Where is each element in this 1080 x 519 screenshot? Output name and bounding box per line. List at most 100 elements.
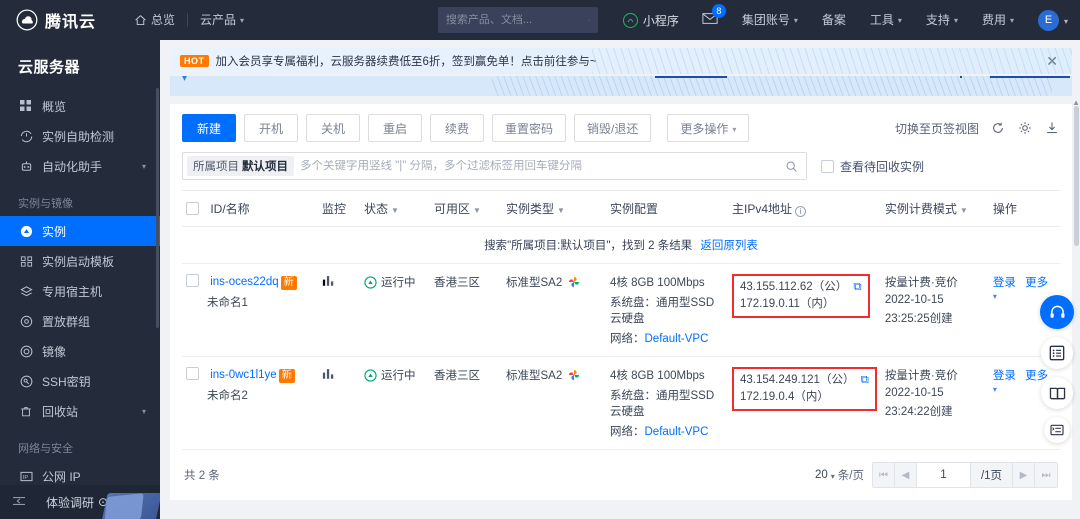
- sort-icon[interactable]: ▼: [473, 206, 481, 215]
- copy-icon[interactable]: ⧉: [853, 281, 861, 293]
- cell-config: 4核 8GB 100Mbps 系统盘：通用型SSD云硬盘 网络：Default-…: [606, 263, 728, 357]
- col-status[interactable]: 状态 ▼: [360, 190, 430, 227]
- nav-tools[interactable]: 工具 ▾: [858, 0, 914, 40]
- user-menu[interactable]: E ▾: [1026, 9, 1068, 31]
- row-select-checkbox[interactable]: [186, 367, 199, 380]
- refresh-icon[interactable]: [990, 120, 1006, 136]
- sidebar-item-recycle-bin[interactable]: 回收站 ▾: [0, 396, 160, 426]
- promo-banner-text[interactable]: 加入会员享专属福利，云服务器续费低至6折，签到赢免单！点击前往参与~: [216, 53, 597, 69]
- login-action-link[interactable]: 登录: [993, 370, 1016, 382]
- sidebar-item-self-detect[interactable]: 实例自助检测: [0, 121, 160, 151]
- sort-icon[interactable]: ▼: [960, 206, 968, 215]
- sidebar-item-images[interactable]: 镜像: [0, 336, 160, 366]
- download-icon[interactable]: [1044, 120, 1060, 136]
- brand-logo[interactable]: 腾讯云: [16, 8, 96, 32]
- sidebar-scrollbar[interactable]: [156, 88, 159, 328]
- destroy-refund-button[interactable]: 销毁/退还: [574, 114, 652, 142]
- collapse-sidebar-icon[interactable]: [12, 495, 26, 510]
- nav-overview[interactable]: 总览: [122, 0, 187, 40]
- menu-list-icon: [1050, 424, 1064, 436]
- table-row[interactable]: ins-oces22dq 新 未命名1 运行中 香港三区 标准型SA2 4核 8…: [182, 263, 1060, 357]
- last-page-button[interactable]: ⏭: [1035, 463, 1057, 487]
- col-billing-mode[interactable]: 实例计费模式 ▼: [880, 190, 989, 227]
- vpc-link[interactable]: Default-VPC: [645, 333, 709, 345]
- sort-icon[interactable]: ▼: [391, 206, 399, 215]
- toolbar-right-group: 切换至页签视图: [895, 120, 1060, 137]
- public-ip-line: 43.155.112.62（公） ⧉: [740, 281, 862, 293]
- sidebar-item-label: 公网 IP: [42, 469, 81, 484]
- private-ip-value: 172.19.0.4（内）: [740, 391, 829, 403]
- sort-icon[interactable]: ▼: [557, 206, 565, 215]
- sidebar-item-automation[interactable]: 自动化助手 ▾: [0, 151, 160, 181]
- back-to-list-link[interactable]: 返回原列表: [700, 240, 758, 252]
- nav-messages[interactable]: 8: [690, 4, 730, 28]
- nav-group-account[interactable]: 集团账号 ▾: [730, 0, 810, 40]
- nav-billing[interactable]: 费用 ▾: [970, 0, 1026, 40]
- instance-id-link[interactable]: ins-oces22dq: [210, 276, 278, 288]
- power-off-button[interactable]: 关机: [306, 114, 360, 142]
- view-recycling-checkbox[interactable]: 查看待回收实例: [821, 158, 924, 175]
- sidebar-item-ssh-key[interactable]: SSH密钥: [0, 366, 160, 396]
- table-header-row: ID/名称 监控 状态 ▼ 可用区 ▼ 实例类型 ▼ 实例配置 主IPv4地址 i 实例…: [182, 190, 1060, 227]
- col-zone[interactable]: 可用区 ▼: [430, 190, 502, 227]
- search-icon[interactable]: [785, 160, 798, 173]
- filter-search-input[interactable]: [300, 160, 785, 172]
- nav-mini-program[interactable]: 小程序: [612, 12, 690, 29]
- main-scrollbar[interactable]: [1074, 106, 1079, 246]
- table-row[interactable]: ins-0wc1l1ye 新 未命名2 运行中 香港三区 标准型SA2 4核 8…: [182, 356, 1060, 450]
- monitor-chart-icon[interactable]: [322, 367, 336, 380]
- strip-underline-2: [960, 76, 962, 78]
- col-config-label: 实例配置: [610, 202, 659, 216]
- chevron-down-icon[interactable]: ▾: [993, 292, 997, 301]
- nav-support[interactable]: 支持 ▾: [914, 0, 970, 40]
- vpc-link[interactable]: Default-VPC: [645, 426, 709, 438]
- chevron-down-icon[interactable]: ▾: [993, 385, 997, 394]
- cell-monitor[interactable]: [318, 356, 360, 450]
- global-search-input[interactable]: [445, 14, 588, 26]
- gear-icon[interactable]: [1017, 120, 1033, 136]
- create-instance-button[interactable]: 新建: [182, 114, 236, 142]
- nav-cloud-products[interactable]: 云产品 ▾: [188, 0, 256, 40]
- more-actions-button[interactable]: 更多操作 ▾: [667, 114, 750, 142]
- monitor-chart-icon[interactable]: [322, 274, 336, 287]
- copy-icon[interactable]: ⧉: [861, 374, 869, 386]
- row-select-checkbox[interactable]: [186, 274, 199, 287]
- current-page-input[interactable]: 1: [917, 463, 971, 487]
- sidebar-item-overview[interactable]: 概览: [0, 91, 160, 121]
- project-filter-chip[interactable]: 所属项目 默认项目: [187, 156, 294, 176]
- documentation-button[interactable]: [1041, 377, 1073, 409]
- restart-button[interactable]: 重启: [368, 114, 422, 142]
- nav-beian[interactable]: 备案: [810, 0, 858, 40]
- sidebar-item-dedicated-host[interactable]: 专用宿主机: [0, 276, 160, 306]
- search-icon[interactable]: [588, 14, 590, 27]
- cell-monitor[interactable]: [318, 263, 360, 357]
- instance-id-link[interactable]: ins-0wc1l1ye: [210, 369, 276, 381]
- renew-button[interactable]: 续费: [430, 114, 484, 142]
- customer-service-button[interactable]: [1040, 295, 1074, 329]
- prev-page-button[interactable]: ◀: [895, 463, 917, 487]
- power-on-button[interactable]: 开机: [244, 114, 298, 142]
- global-search-box[interactable]: [437, 7, 598, 33]
- cloud-logo-icon: [16, 9, 38, 31]
- login-action-link[interactable]: 登录: [993, 277, 1016, 289]
- sidebar-item-instances[interactable]: 实例: [0, 216, 160, 246]
- sidebar-item-placement-group[interactable]: 置放群组: [0, 306, 160, 336]
- sidebar-item-launch-template[interactable]: 实例启动模板: [0, 246, 160, 276]
- more-action-link[interactable]: 更多: [1025, 277, 1048, 289]
- experience-survey-link[interactable]: 体验调研 ⊙: [46, 494, 108, 511]
- page-size-selector[interactable]: 20 ▾ 条/页: [815, 467, 864, 483]
- filter-search-box[interactable]: 所属项目 默认项目: [182, 152, 807, 180]
- pinwheel-icon: [569, 369, 580, 381]
- reset-password-button[interactable]: 重置密码: [492, 114, 567, 142]
- close-icon[interactable]: ✕: [1042, 52, 1062, 70]
- checkbox-box[interactable]: [821, 159, 834, 173]
- first-page-button[interactable]: ⏮: [873, 463, 895, 487]
- switch-to-tab-view-link[interactable]: 切换至页签视图: [895, 120, 979, 137]
- next-page-button[interactable]: ▶: [1013, 463, 1035, 487]
- task-list-button[interactable]: [1041, 337, 1073, 369]
- col-instance-type[interactable]: 实例类型 ▼: [502, 190, 606, 227]
- select-all-checkbox[interactable]: [186, 202, 199, 215]
- status-label: 运行中: [381, 370, 416, 382]
- info-icon[interactable]: i: [795, 206, 807, 217]
- menu-list-button[interactable]: [1044, 417, 1070, 443]
